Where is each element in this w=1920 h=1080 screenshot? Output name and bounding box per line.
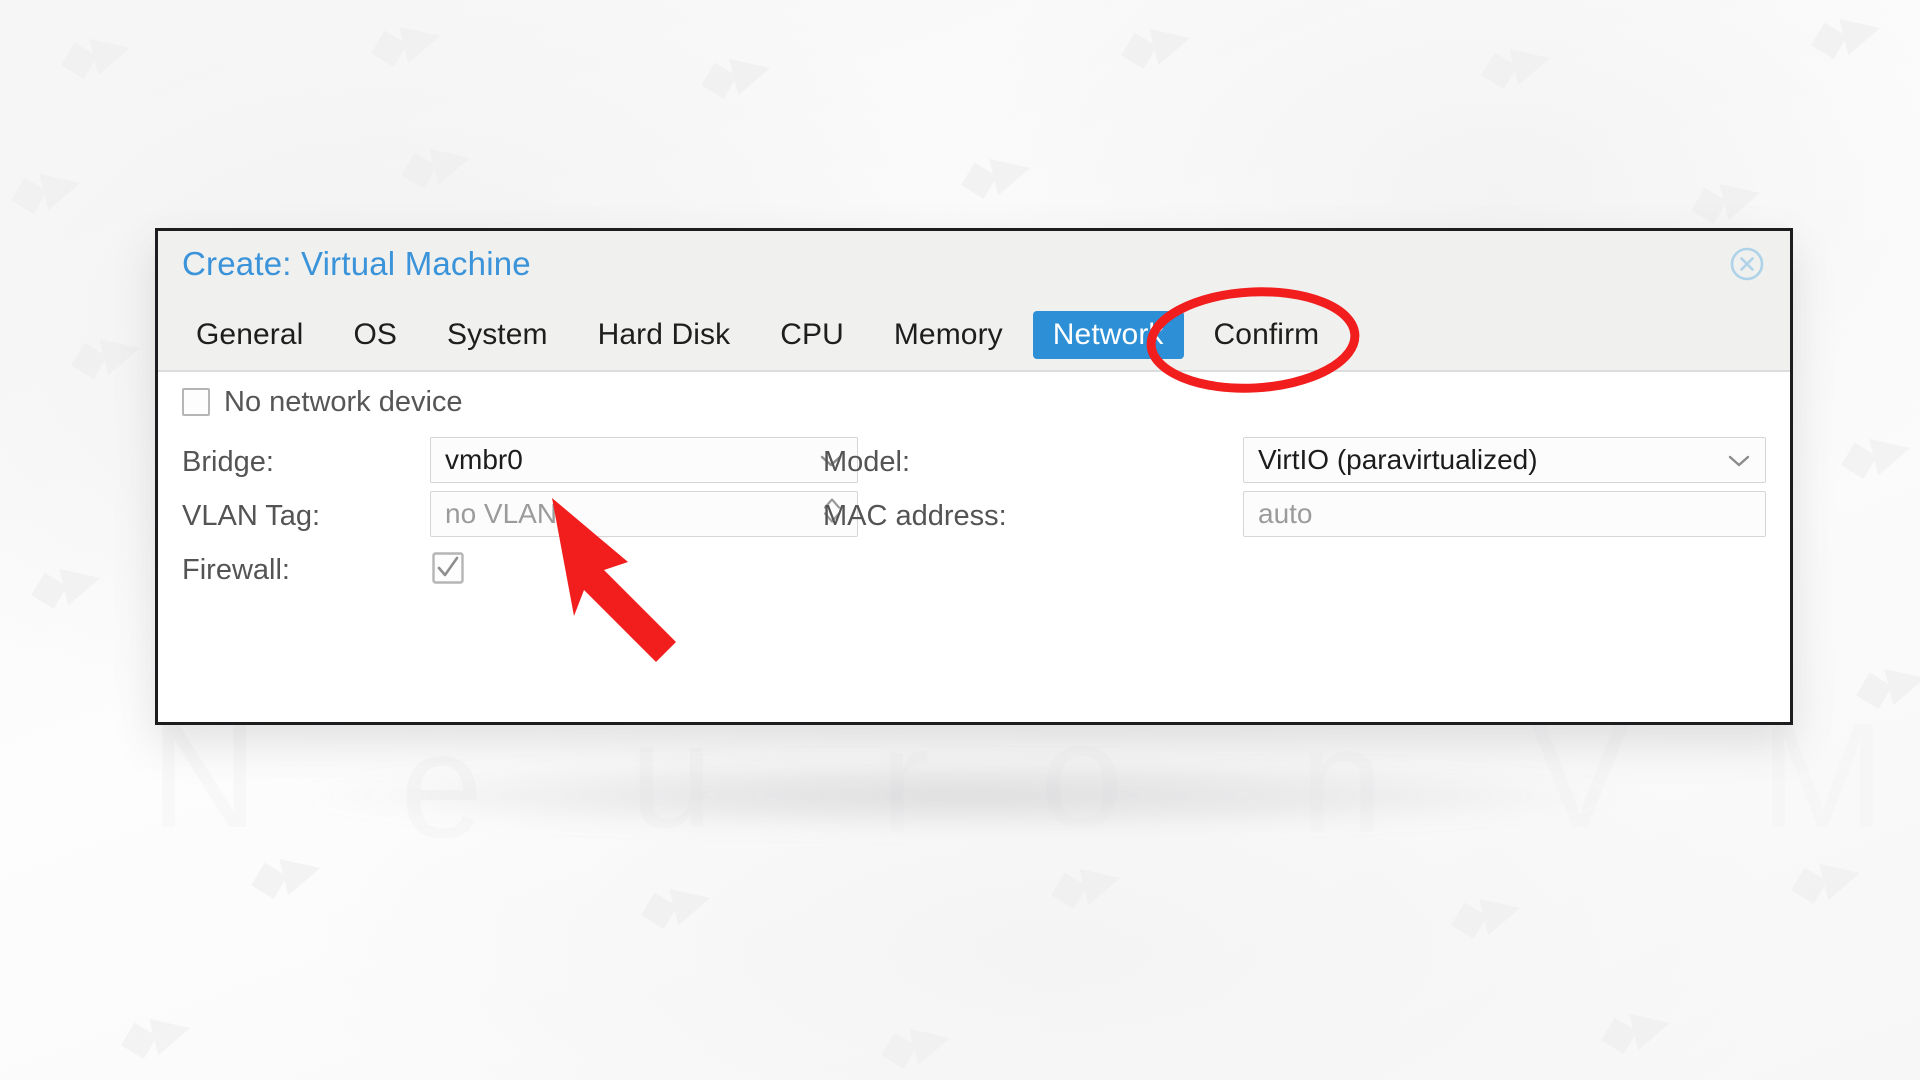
no-network-device-row: No network device (182, 380, 463, 424)
firewall-checkbox[interactable] (432, 552, 464, 589)
watermark-mark: ◆▶ (1444, 879, 1523, 947)
chevron-down-icon[interactable] (1727, 444, 1751, 476)
mac-address-label: MAC address: (823, 499, 1007, 532)
vlan-tag-input[interactable]: no VLAN (430, 491, 858, 537)
watermark-mark: ◆▶ (394, 129, 473, 197)
tab-os[interactable]: OS (333, 311, 417, 359)
watermark-mark: ◆▶ (1044, 849, 1123, 917)
dialog-drop-shadow (300, 760, 1620, 830)
tab-bar: General OS System Hard Disk CPU Memory N… (158, 299, 1790, 372)
mac-address-input[interactable]: auto (1243, 491, 1766, 537)
screenshot-root: ◆▶ ◆▶ ◆▶ ◆▶ ◆▶ ◆▶ ◆▶ ◆▶ ◆▶ ◆▶ ◆▶ ◆▶ ◆▶ ◆… (0, 0, 1920, 1080)
model-label-wrap: Model: (823, 440, 910, 484)
tab-network[interactable]: Network (1032, 310, 1184, 359)
vlan-tag-label: VLAN Tag: (182, 499, 321, 532)
model-value: VirtIO (paravirtualized) (1258, 444, 1538, 475)
firewall-label: Firewall: (182, 553, 290, 586)
watermark-mark: ◆▶ (4, 154, 83, 222)
mac-address-label-wrap: MAC address: (823, 494, 1007, 538)
tab-memory[interactable]: Memory (874, 311, 1023, 359)
watermark-mark: ◆▶ (364, 7, 443, 75)
bridge-select[interactable]: vmbr0 (430, 437, 858, 483)
network-form: No network device Bridge: vmbr0 VLAN Tag… (158, 372, 1790, 722)
watermark-mark: ◆▶ (1594, 994, 1673, 1062)
model-select[interactable]: VirtIO (paravirtualized) (1243, 437, 1766, 483)
watermark-mark: ◆▶ (64, 319, 143, 387)
watermark-mark: ◆▶ (54, 19, 133, 87)
watermark-mark: ◆▶ (1114, 9, 1193, 77)
no-network-device-checkbox[interactable] (182, 388, 210, 416)
dialog-title: Create: Virtual Machine (182, 245, 531, 282)
watermark-mark: ◆▶ (694, 39, 773, 107)
close-icon[interactable] (1728, 245, 1766, 283)
watermark-mark: ◆▶ (1474, 29, 1553, 97)
mac-address-placeholder: auto (1258, 498, 1313, 529)
dialog-header: Create: Virtual Machine (158, 231, 1790, 299)
watermark-mark: ◆▶ (954, 139, 1033, 207)
tab-confirm[interactable]: Confirm (1194, 311, 1340, 359)
vlan-tag-label-wrap: VLAN Tag: (182, 494, 320, 538)
watermark-mark: ◆▶ (114, 999, 193, 1067)
tab-cpu[interactable]: CPU (760, 311, 864, 359)
watermark-mark: ◆▶ (24, 549, 103, 617)
bridge-label-wrap: Bridge: (182, 440, 274, 484)
tab-general[interactable]: General (176, 311, 323, 359)
bridge-value: vmbr0 (445, 444, 523, 475)
watermark-mark: ◆▶ (1684, 164, 1763, 232)
model-label: Model: (823, 445, 911, 478)
watermark-mark: ◆▶ (1804, 0, 1883, 67)
tab-system[interactable]: System (427, 311, 568, 359)
watermark-mark: ◆▶ (874, 1009, 953, 1077)
no-network-device-label: No network device (224, 385, 463, 418)
bridge-label: Bridge: (182, 445, 274, 478)
vlan-tag-placeholder: no VLAN (445, 498, 558, 529)
watermark-mark: ◆▶ (1834, 419, 1913, 487)
create-vm-dialog: Create: Virtual Machine General OS Syste… (155, 228, 1793, 725)
tab-hard-disk[interactable]: Hard Disk (578, 311, 751, 359)
watermark-mark: ◆▶ (634, 869, 713, 937)
firewall-label-wrap: Firewall: (182, 548, 290, 592)
